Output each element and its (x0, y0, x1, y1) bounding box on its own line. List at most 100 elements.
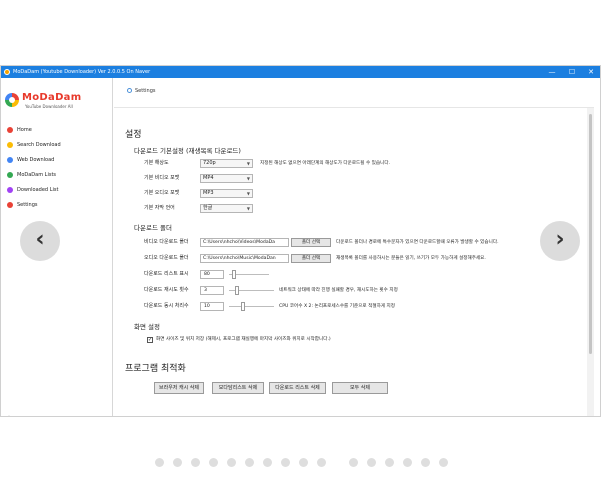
video-format-label: 기본 비디오 포맷 (144, 175, 180, 181)
logo-name: MoDaDam (22, 92, 82, 103)
gallery-next-button[interactable]: › (540, 221, 580, 261)
sidebar-item-downloaded-list[interactable]: Downloaded List (7, 184, 107, 196)
sidebar-item-search-download[interactable]: Search Download (7, 139, 107, 151)
slider-track (229, 306, 274, 307)
maximize-button[interactable]: ☐ (562, 66, 582, 78)
breadcrumb: Settings (127, 88, 156, 94)
title-bar: MoDaDam (Youtube Downloader) Ver 2.0.0.5… (1, 66, 600, 78)
gear-icon (127, 88, 132, 93)
concurrent-downloads-input[interactable]: 10 (200, 302, 224, 311)
resolution-select[interactable]: 720p ▼ (200, 159, 253, 168)
audio-folder-select-button[interactable]: 폴더 선택 (291, 254, 331, 263)
video-format-value: MP4 (203, 175, 214, 181)
download-folder-heading: 다운로드 폴더 (134, 224, 172, 232)
sidebar-item-label: Search Download (17, 142, 61, 148)
video-format-select[interactable]: MP4 ▼ (200, 174, 253, 183)
audio-format-select[interactable]: MP3 ▼ (200, 189, 253, 198)
back-arrow-icon[interactable]: ← (7, 414, 14, 417)
sidebar-item-web-download[interactable]: Web Download (7, 154, 107, 166)
slider-knob[interactable] (232, 270, 236, 279)
screen-settings-heading: 화면 설정 (134, 323, 160, 331)
gallery-dot[interactable] (209, 458, 218, 467)
save-window-size-checkbox[interactable]: ✓ (147, 337, 153, 343)
basic-settings-heading: 다운로드 기본설정 (재생목록 다운로드) (134, 147, 241, 155)
concurrent-downloads-label: 다운로드 동시 처리수 (144, 303, 189, 309)
gallery-prev-button[interactable]: ‹ (20, 221, 60, 261)
screenshot-stage: MoDaDam (Youtube Downloader) Ver 2.0.0.5… (0, 0, 601, 481)
logo-tagline: YouTube Downloader All (25, 104, 73, 109)
sidebar-item-label: Web Download (17, 157, 55, 163)
video-folder-note: 다운로드 폴더나 경로에 특수문자가 있으면 다운로드할때 오류가 발생할 수 … (336, 240, 499, 245)
video-folder-label: 비디오 다운로드 폴더 (144, 239, 189, 245)
app-window: MoDaDam (Youtube Downloader) Ver 2.0.0.5… (0, 65, 601, 417)
audio-folder-note: 재생목록 폴더를 사용하시는 분들은 읽기, 쓰기가 모두 가능하게 설정해주세… (336, 256, 486, 261)
clear-all-button[interactable]: 모두 삭제 (332, 382, 388, 394)
breadcrumb-label: Settings (135, 88, 156, 94)
gallery-dot[interactable] (421, 458, 430, 467)
sidebar-item-label: Downloaded List (17, 187, 59, 193)
clear-browser-cache-button[interactable]: 브라우저 캐시 삭제 (154, 382, 204, 394)
chevron-down-icon: ▼ (246, 176, 250, 181)
sidebar-item-home[interactable]: Home (7, 124, 107, 136)
audio-format-value: MP3 (203, 190, 214, 196)
window-title: MoDaDam (Youtube Downloader) Ver 2.0.0.5… (13, 69, 151, 75)
gallery-dot[interactable] (367, 458, 376, 467)
video-folder-path[interactable]: C:\Users\nhcho\Videos\ModaDa (200, 238, 289, 247)
sidebar-item-modadam-lists[interactable]: MoDaDam Lists (7, 169, 107, 181)
resolution-label: 기본 해상도 (144, 160, 169, 166)
gallery-dot[interactable] (281, 458, 290, 467)
gear-icon (7, 202, 13, 208)
clear-download-list-button[interactable]: 다운로드 리스트 삭제 (269, 382, 326, 394)
gallery-dot[interactable] (191, 458, 200, 467)
chevron-down-icon: ▼ (246, 191, 250, 196)
gallery-dot[interactable] (439, 458, 448, 467)
gallery-dot[interactable] (155, 458, 164, 467)
audio-format-label: 기본 오디오 포맷 (144, 190, 180, 196)
concurrent-downloads-note: CPU 코어수 X 2: 논리프로세스수를 기준으로 적절하게 지정 (279, 304, 395, 309)
page-title: 설정 (125, 130, 142, 140)
chevron-down-icon: ▼ (246, 161, 250, 166)
gallery-dot[interactable] (349, 458, 358, 467)
audio-folder-path[interactable]: C:\Users\nhcho\Music\ModaDan (200, 254, 289, 263)
sidebar-item-label: Home (17, 127, 32, 133)
clear-modadam-list-button[interactable]: 모다담리스트 삭제 (212, 382, 264, 394)
concurrent-downloads-slider[interactable] (229, 302, 274, 311)
download-retry-input[interactable]: 3 (200, 286, 224, 295)
gallery-dot[interactable] (317, 458, 326, 467)
list-icon (7, 172, 13, 178)
video-folder-select-button[interactable]: 폴더 선택 (291, 238, 331, 247)
divider (114, 107, 594, 108)
gallery-dot[interactable] (385, 458, 394, 467)
vertical-scrollbar[interactable] (587, 108, 594, 416)
resolution-note: 지정된 해상도 없으면 아래단계의 해상도가 다운로드될 수 있습니다. (260, 161, 391, 166)
resolution-value: 720p (203, 160, 216, 166)
optimize-heading: 프로그램 최적화 (125, 364, 186, 374)
gallery-dot[interactable] (245, 458, 254, 467)
gallery-dot[interactable] (403, 458, 412, 467)
globe-icon (7, 157, 13, 163)
close-button[interactable]: ✕ (581, 66, 600, 78)
subtitle-language-value: 한글 (203, 205, 213, 211)
gallery-dot[interactable] (227, 458, 236, 467)
download-list-display-label: 다운로드 리스트 표시 (144, 271, 189, 277)
gallery-dot[interactable] (173, 458, 182, 467)
subtitle-language-select[interactable]: 한글 ▼ (200, 204, 253, 213)
gallery-dot[interactable] (263, 458, 272, 467)
sidebar-item-label: Settings (17, 202, 38, 208)
subtitle-language-label: 기본 자막 언어 (144, 205, 175, 211)
home-icon (7, 127, 13, 133)
download-list-display-slider[interactable] (229, 270, 269, 279)
save-window-size-label: 화면 사이즈 및 위치 저장 (해제시, 프로그램 재실행에 마지막 사이즈와 … (156, 337, 331, 342)
download-retry-slider[interactable] (229, 286, 274, 295)
app-logo: MoDaDam YouTube Downloader All (5, 90, 105, 114)
search-icon (7, 142, 13, 148)
gallery-dot[interactable] (299, 458, 308, 467)
slider-knob[interactable] (235, 286, 239, 295)
scrollbar-thumb[interactable] (589, 114, 592, 354)
slider-knob[interactable] (241, 302, 245, 311)
download-list-display-input[interactable]: 80 (200, 270, 224, 279)
download-retry-note: 네트워크 상태에 따라 진행 실패할 경우, 재시도하는 횟수 지정 (279, 288, 398, 293)
download-retry-label: 다운로드 재시도 횟수 (144, 287, 189, 293)
minimize-button[interactable]: — (542, 66, 562, 78)
sidebar-item-settings[interactable]: Settings (7, 199, 107, 211)
